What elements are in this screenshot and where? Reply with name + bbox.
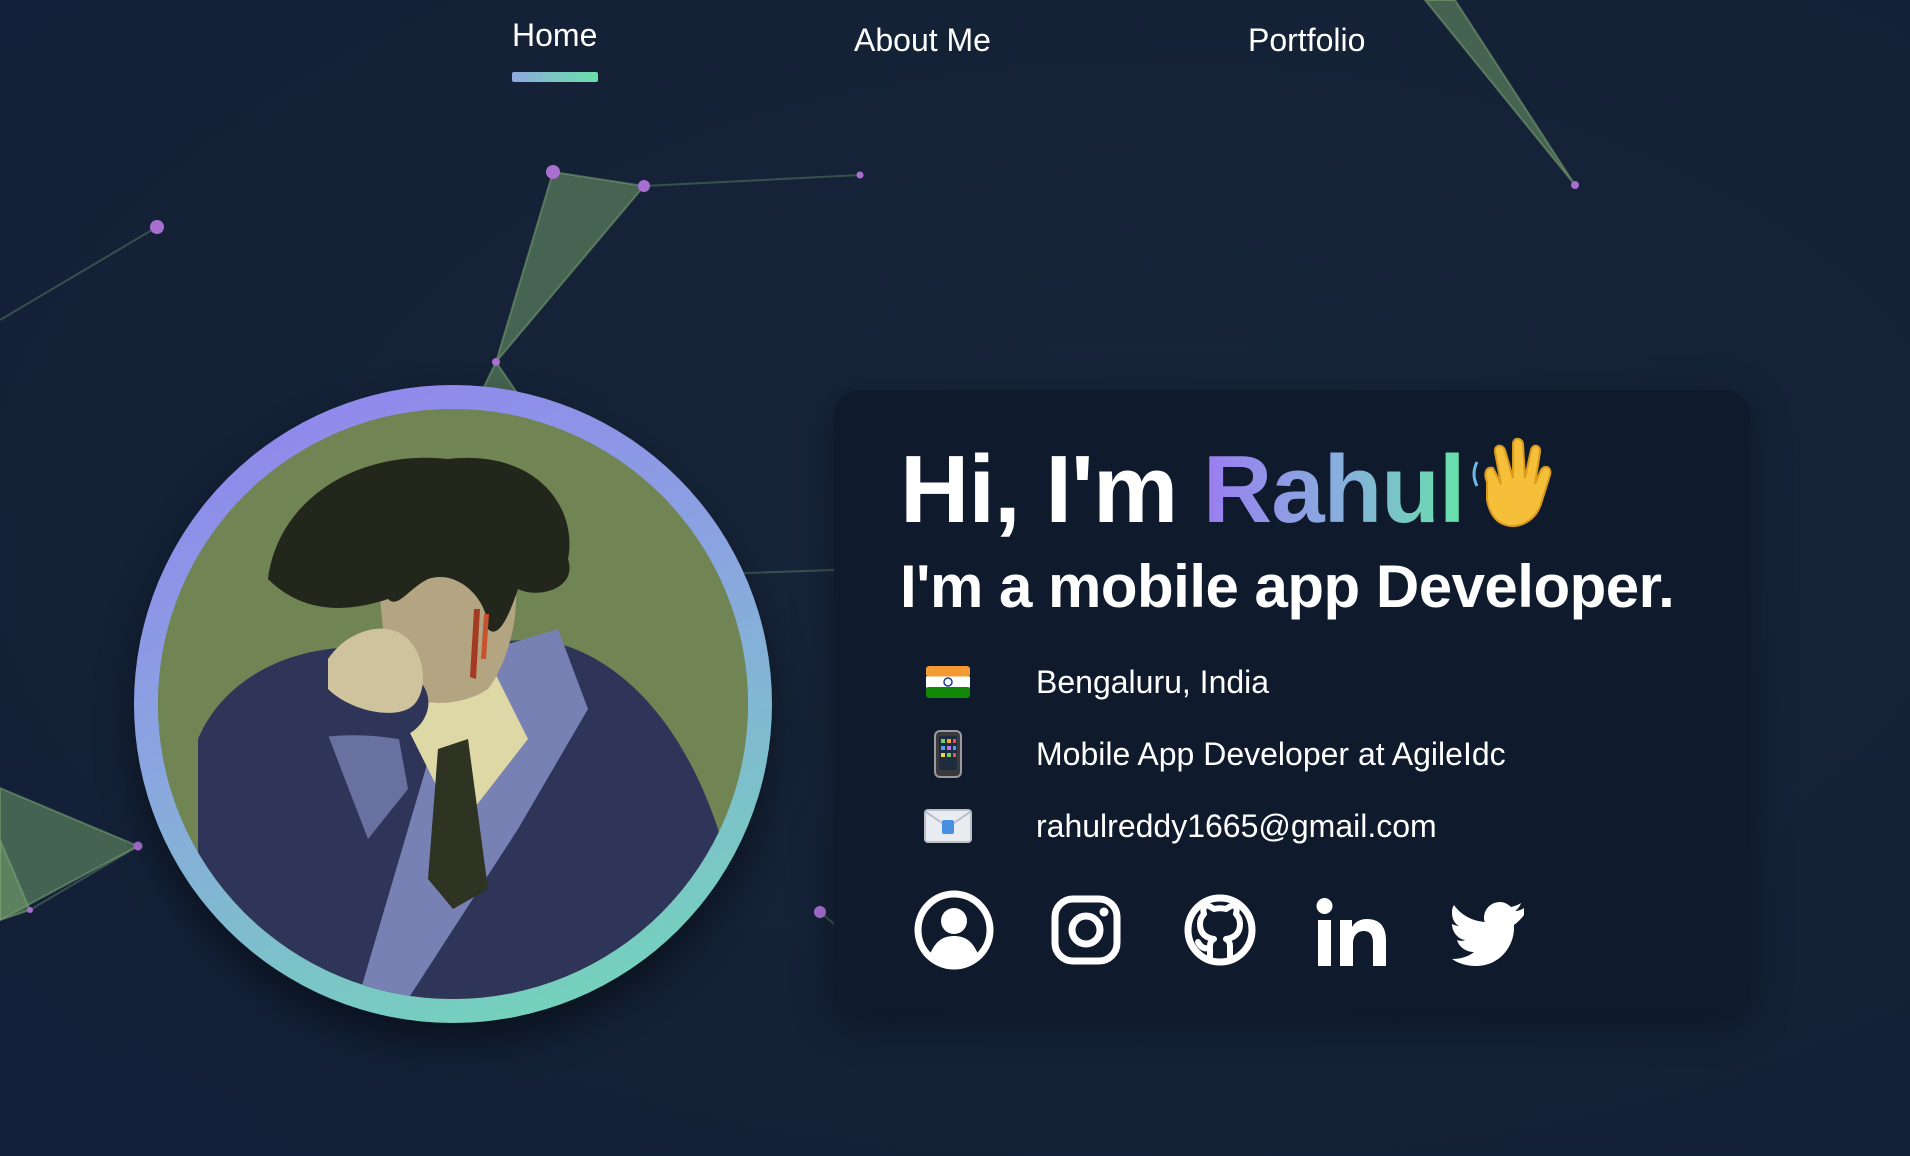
greeting-prefix: Hi, I'm [900, 436, 1203, 543]
twitter-icon[interactable] [1452, 894, 1528, 970]
page: Home About Me Portfolio Hi, I'm Rahul I'… [0, 0, 1910, 1156]
github-icon[interactable] [1184, 894, 1256, 966]
nav-home-link[interactable]: Home [512, 17, 597, 54]
job-text: Mobile App Developer at AgileIdc [1036, 735, 1506, 772]
envelope-icon [924, 802, 972, 850]
linkedin-icon[interactable] [1314, 894, 1390, 970]
email-row: rahulreddy1665@gmail.com [924, 798, 1437, 854]
greeting-name: Rahul [1202, 436, 1466, 543]
nav-portfolio-link[interactable]: Portfolio [1248, 22, 1365, 59]
email-text[interactable]: rahulreddy1665@gmail.com [1036, 808, 1437, 845]
location-text: Bengaluru, India [1036, 663, 1270, 700]
avatar-image [158, 409, 748, 999]
nav-active-indicator [512, 72, 598, 82]
top-navigation: Home About Me Portfolio [0, 0, 1910, 100]
role-heading: I'm a mobile app Developer. [900, 553, 1675, 620]
avatar-illustration [158, 409, 748, 999]
job-row: Mobile App Developer at AgileIdc [924, 726, 1506, 782]
instagram-icon[interactable] [1050, 894, 1122, 966]
location-row: Bengaluru, India [924, 654, 1269, 710]
waving-hand-icon [1472, 437, 1551, 527]
intro-card: Hi, I'm Rahul I'm a mobile app Developer… [834, 390, 1750, 1014]
greeting-heading: Hi, I'm Rahul [900, 432, 1555, 545]
mobile-phone-icon [924, 730, 972, 778]
profile-icon[interactable] [914, 890, 994, 970]
avatar-frame [134, 385, 772, 1023]
nav-about-me-link[interactable]: About Me [854, 22, 991, 59]
india-flag-icon [924, 658, 972, 706]
